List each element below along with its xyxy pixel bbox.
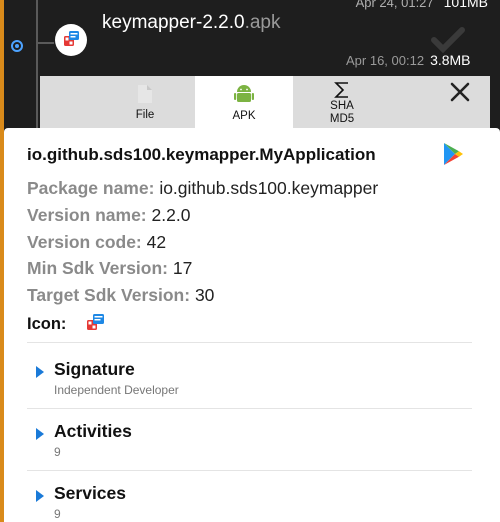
version-name-row: Version name: 2.2.0: [27, 205, 190, 226]
target-sdk-key: Target Sdk Version:: [27, 285, 191, 305]
tab-sha-label: SHA: [330, 100, 354, 112]
divider: [27, 408, 472, 409]
divider: [27, 470, 472, 471]
tree-branch: [36, 42, 54, 44]
properties-tabs: File APK SHA MD5: [40, 76, 490, 128]
expand-triangle-icon: [36, 490, 44, 502]
section-services-subtitle: 9: [54, 507, 61, 521]
package-name-key: Package name:: [27, 178, 155, 198]
file-name[interactable]: keymapper-2.2.0.apk: [102, 12, 281, 34]
android-icon: [234, 85, 254, 102]
file-meta: Apr 16, 00:12 3.8MB: [346, 52, 471, 68]
package-name-value: io.github.sds100.keymapper: [159, 178, 379, 198]
close-button[interactable]: [446, 78, 474, 106]
target-sdk-value: 30: [194, 285, 215, 305]
file-name-base: keymapper-2.2.0: [102, 12, 245, 33]
target-sdk-row: Target Sdk Version: 30: [27, 285, 214, 306]
version-code-key: Version code:: [27, 232, 142, 252]
play-store-icon: [444, 143, 463, 165]
version-name-value: 2.2.0: [151, 205, 191, 225]
min-sdk-row: Min Sdk Version: 17: [27, 258, 192, 279]
previous-file-size: 101MB: [443, 0, 488, 10]
expand-triangle-icon: [36, 366, 44, 378]
icon-label: Icon:: [27, 315, 67, 333]
file-size: 3.8MB: [430, 52, 471, 68]
min-sdk-key: Min Sdk Version:: [27, 258, 168, 278]
package-name-row: Package name: io.github.sds100.keymapper: [27, 178, 378, 199]
tab-md5-label: MD5: [329, 113, 355, 125]
min-sdk-value: 17: [172, 258, 193, 278]
file-date: Apr 16, 00:12: [346, 53, 425, 68]
tab-apk-label: APK: [232, 110, 256, 122]
expand-triangle-icon: [36, 428, 44, 440]
sigma-icon: [334, 82, 348, 98]
close-icon: [450, 82, 470, 102]
tree-line: [36, 0, 38, 130]
tab-file[interactable]: File: [96, 76, 194, 128]
tab-sha[interactable]: SHA MD5: [293, 76, 391, 128]
previous-file-date: Apr 24, 01:27: [355, 0, 434, 10]
section-activities-title: Activities: [54, 421, 132, 441]
divider: [27, 342, 472, 343]
app-class-name: io.github.sds100.keymapper.MyApplication: [27, 145, 376, 164]
section-services-title: Services: [54, 483, 127, 503]
apk-app-icon[interactable]: [55, 24, 87, 56]
version-code-value: 42: [146, 232, 167, 252]
previous-file-meta: Apr 24, 01:27 101MB: [356, 0, 488, 10]
app-icon-preview: [86, 313, 106, 338]
play-store-button[interactable]: [442, 142, 464, 171]
version-code-row: Version code: 42: [27, 232, 166, 253]
version-name-key: Version name:: [27, 205, 147, 225]
section-activities-subtitle: 9: [54, 445, 61, 459]
section-signature-title: Signature: [54, 359, 135, 379]
file-extension: .apk: [244, 12, 281, 33]
selection-radio[interactable]: [11, 40, 23, 52]
tab-apk[interactable]: APK: [195, 76, 293, 128]
file-icon: [138, 85, 152, 103]
section-signature-subtitle: Independent Developer: [54, 383, 179, 397]
tab-file-label: File: [135, 109, 155, 121]
